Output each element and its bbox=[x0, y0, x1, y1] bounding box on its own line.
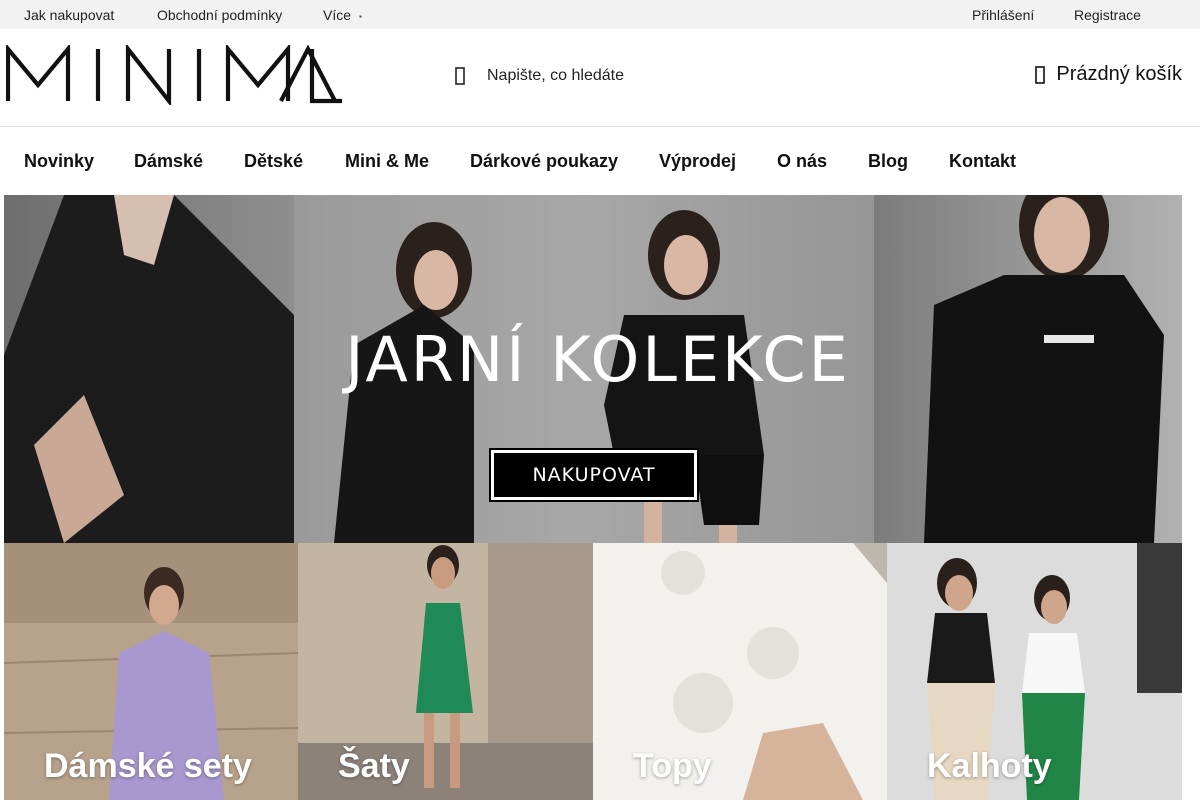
shop-now-button[interactable]: NAKUPOVAT bbox=[489, 448, 699, 502]
category-tile-tops[interactable]: Topy bbox=[593, 543, 887, 800]
main-navigation: Novinky Dámské Dětské Mini & Me Dárkové … bbox=[0, 127, 1200, 195]
topbar-link-how-to-buy[interactable]: Jak nakupovat bbox=[24, 7, 114, 23]
top-utility-bar: Jak nakupovat Obchodní podmínky Více ▪ Př… bbox=[0, 0, 1200, 29]
category-label-tops: Topy bbox=[633, 747, 712, 785]
nav-item-mini-and-me[interactable]: Mini & Me bbox=[345, 151, 429, 172]
site-header: Prázdný košík bbox=[0, 29, 1200, 127]
nav-item-contact[interactable]: Kontakt bbox=[949, 151, 1016, 172]
category-tile-sets[interactable]: Dámské sety bbox=[4, 543, 298, 800]
topbar-more-label: Více bbox=[323, 7, 352, 23]
category-label-trousers: Kalhoty bbox=[927, 747, 1052, 785]
topbar-more-menu[interactable]: Více ▪ bbox=[323, 7, 362, 23]
register-link[interactable]: Registrace bbox=[1074, 7, 1141, 23]
nav-item-about[interactable]: O nás bbox=[777, 151, 827, 172]
search-icon[interactable] bbox=[452, 66, 468, 86]
search-input[interactable] bbox=[487, 67, 827, 85]
search-bar[interactable] bbox=[452, 59, 872, 93]
category-tile-trousers[interactable]: Kalhoty bbox=[887, 543, 1182, 800]
hero-banner[interactable]: JARNÍ KOLEKCE NAKUPOVAT bbox=[4, 195, 1182, 543]
logo-wordmark bbox=[5, 42, 342, 108]
cart-label: Prázdný košík bbox=[1056, 63, 1182, 85]
category-label-dresses: Šaty bbox=[338, 747, 410, 785]
category-label-sets: Dámské sety bbox=[44, 747, 252, 785]
nav-item-sale[interactable]: Výprodej bbox=[659, 151, 736, 172]
topbar-link-terms[interactable]: Obchodní podmínky bbox=[157, 7, 282, 23]
minimal-logo[interactable] bbox=[5, 42, 344, 108]
nav-item-gift-vouchers[interactable]: Dárkové poukazy bbox=[470, 151, 618, 172]
hero-title: JARNÍ KOLEKCE bbox=[345, 323, 851, 396]
category-tile-dresses[interactable]: Šaty bbox=[298, 543, 593, 800]
cart-button[interactable]: Prázdný košík bbox=[1035, 63, 1182, 86]
chevron-down-icon: ▪ bbox=[359, 12, 362, 21]
nav-item-novinky[interactable]: Novinky bbox=[24, 151, 94, 172]
cart-icon bbox=[1035, 65, 1047, 85]
login-link[interactable]: Přihlášení bbox=[972, 7, 1034, 23]
nav-item-blog[interactable]: Blog bbox=[868, 151, 908, 172]
nav-item-damske[interactable]: Dámské bbox=[134, 151, 203, 172]
nav-item-detske[interactable]: Dětské bbox=[244, 151, 303, 172]
